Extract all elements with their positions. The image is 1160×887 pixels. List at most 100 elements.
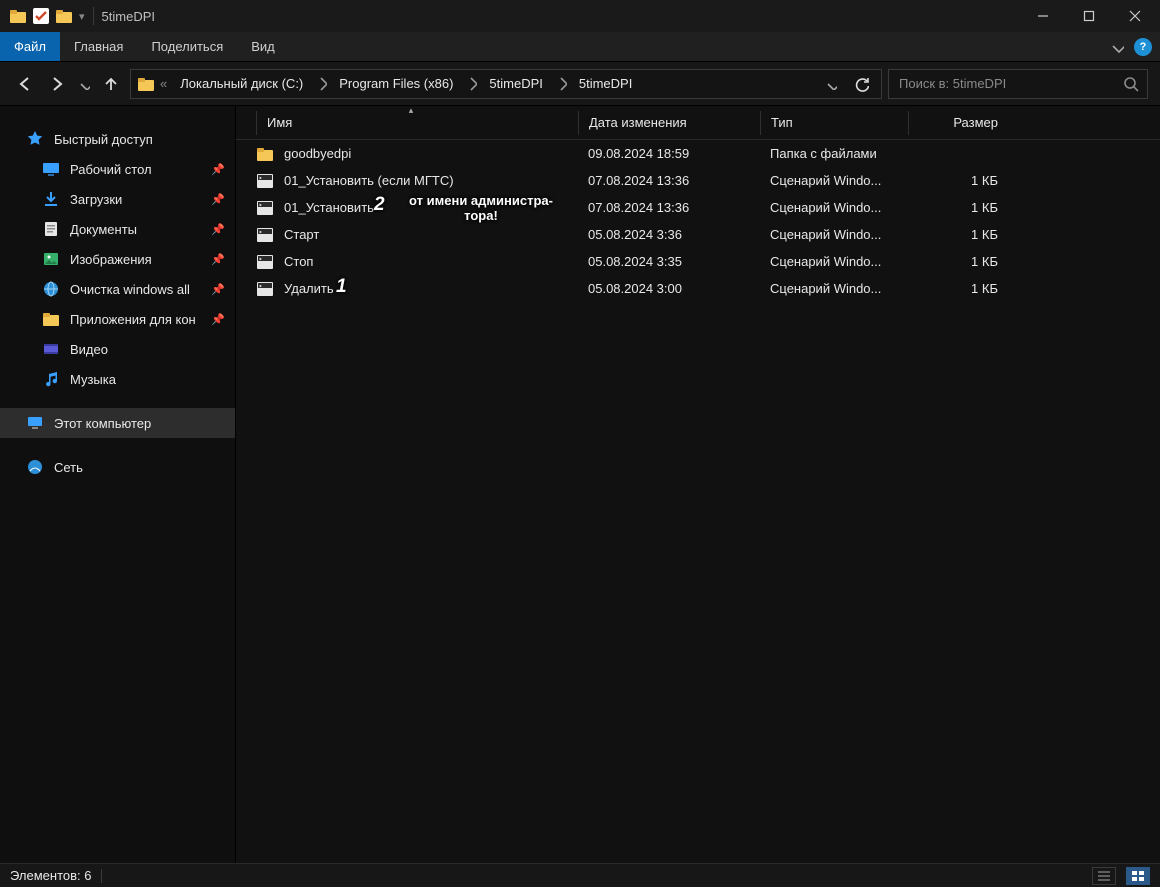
sort-indicator-icon: ▴ [409,105,414,116]
pc-icon [26,414,44,432]
pictures-icon [42,250,60,268]
sidebar-item[interactable]: Очистка windows all 📌 [0,274,235,304]
file-row[interactable]: 01_Установить (если МГТС) 07.08.2024 13:… [236,167,1160,194]
search-input[interactable] [897,75,1123,92]
file-name: 01_Установить (если МГТС) [284,173,454,188]
cmd-icon [256,253,274,271]
file-type: Сценарий Windo... [760,200,908,215]
file-size: 1 КБ [908,281,1008,296]
sidebar-item[interactable]: Изображения 📌 [0,244,235,274]
sidebar-item[interactable]: Приложения для кон 📌 [0,304,235,334]
explorer-window: ▾ 5timeDPI Файл Главная Поделиться Вид ?… [0,0,1160,887]
file-row[interactable]: Старт 05.08.2024 3:36 Сценарий Windo... … [236,221,1160,248]
documents-icon [42,220,60,238]
tab-share[interactable]: Поделиться [137,32,237,61]
sidebar-item[interactable]: Документы 📌 [0,214,235,244]
pin-icon: 📌 [211,283,225,296]
up-button[interactable] [98,70,124,98]
tab-view[interactable]: Вид [237,32,289,61]
close-button[interactable] [1112,0,1158,32]
star-icon [26,130,44,148]
file-date: 05.08.2024 3:35 [578,254,760,269]
help-icon[interactable]: ? [1134,38,1152,56]
file-type: Сценарий Windo... [760,227,908,242]
tab-home[interactable]: Главная [60,32,137,61]
sidebar-item-label: Быстрый доступ [54,132,235,147]
qat-properties-icon[interactable] [31,6,51,26]
sidebar-item[interactable]: Загрузки 📌 [0,184,235,214]
chevron-right-icon[interactable] [313,75,329,93]
address-folder-icon [137,75,155,93]
file-name: Стоп [284,254,313,269]
column-header-type[interactable]: Тип [760,111,908,135]
file-name: Старт [284,227,319,242]
tab-file[interactable]: Файл [0,32,60,61]
pin-icon: 📌 [211,193,225,206]
video-icon [42,340,60,358]
cmd-icon [256,199,274,217]
pin-icon: 📌 [211,163,225,176]
sidebar-item-label: Очистка windows all [70,282,235,297]
back-button[interactable] [12,70,38,98]
chevron-right-icon[interactable] [463,75,479,93]
sidebar-item-label: Загрузки [70,192,235,207]
view-details-button[interactable] [1092,867,1116,885]
file-row[interactable]: Удалить 05.08.2024 3:00 Сценарий Windo..… [236,275,1160,302]
file-date: 05.08.2024 3:00 [578,281,760,296]
maximize-button[interactable] [1066,0,1112,32]
ribbon-tabs: Файл Главная Поделиться Вид ? [0,32,1160,62]
view-thumbnails-button[interactable] [1126,867,1150,885]
file-size: 1 КБ [908,227,1008,242]
breadcrumb-segment[interactable]: Локальный диск (C:) [174,74,309,93]
chevron-right-icon[interactable] [553,75,569,93]
address-dropdown-icon[interactable] [819,78,843,90]
column-headers: ▴ Имя Дата изменения Тип Размер [236,106,1160,140]
breadcrumb-segment[interactable]: Program Files (x86) [333,74,459,93]
file-list[interactable]: 1 2 от имени администра- тора! goodbyedp… [236,140,1160,863]
sidebar-item[interactable]: Рабочий стол 📌 [0,154,235,184]
file-name: goodbyedpi [284,146,351,161]
sidebar-quick-access[interactable]: Быстрый доступ [0,124,235,154]
cmd-icon [256,226,274,244]
sidebar-item-label: Изображения [70,252,235,267]
forward-button[interactable] [44,70,70,98]
file-name: 01_Установить [284,200,374,215]
refresh-button[interactable] [847,76,875,92]
sidebar-item-label: Рабочий стол [70,162,235,177]
cmd-icon [256,280,274,298]
column-header-size[interactable]: Размер [908,111,1008,135]
file-name: Удалить [284,281,334,296]
file-row[interactable]: goodbyedpi 09.08.2024 18:59 Папка с файл… [236,140,1160,167]
folder-icon [256,145,274,163]
status-bar: Элементов: 6 [0,863,1160,887]
qat-folder-icon[interactable] [54,6,74,26]
search-box[interactable] [888,69,1148,99]
breadcrumb-segment[interactable]: 5timeDPI [483,74,548,93]
sidebar-this-pc[interactable]: Этот компьютер [0,408,235,438]
column-header-name[interactable]: Имя [256,111,578,135]
sidebar-item-label: Музыка [70,372,235,387]
recent-locations-button[interactable] [76,70,92,98]
sidebar-network[interactable]: Сеть [0,452,235,482]
address-bar[interactable]: « Локальный диск (C:) Program Files (x86… [130,69,882,99]
pin-icon: 📌 [211,253,225,266]
sidebar-item[interactable]: Музыка [0,364,235,394]
sidebar-item-label: Этот компьютер [54,416,235,431]
minimize-button[interactable] [1020,0,1066,32]
file-row[interactable]: Стоп 05.08.2024 3:35 Сценарий Windo... 1… [236,248,1160,275]
sidebar-item[interactable]: Видео [0,334,235,364]
file-type: Сценарий Windo... [760,254,908,269]
ribbon-expand-icon[interactable] [1110,40,1124,54]
folder-icon [42,310,60,328]
file-size: 1 КБ [908,254,1008,269]
pin-icon: 📌 [211,313,225,326]
downloads-icon [42,190,60,208]
sidebar-item-label: Видео [70,342,235,357]
column-header-date[interactable]: Дата изменения [578,111,760,135]
qat-dropdown-icon[interactable]: ▾ [77,10,85,23]
file-date: 07.08.2024 13:36 [578,173,760,188]
search-icon [1123,76,1139,92]
file-date: 05.08.2024 3:36 [578,227,760,242]
breadcrumb-segment[interactable]: 5timeDPI [573,74,638,93]
file-row[interactable]: 01_Установить 07.08.2024 13:36 Сценарий … [236,194,1160,221]
